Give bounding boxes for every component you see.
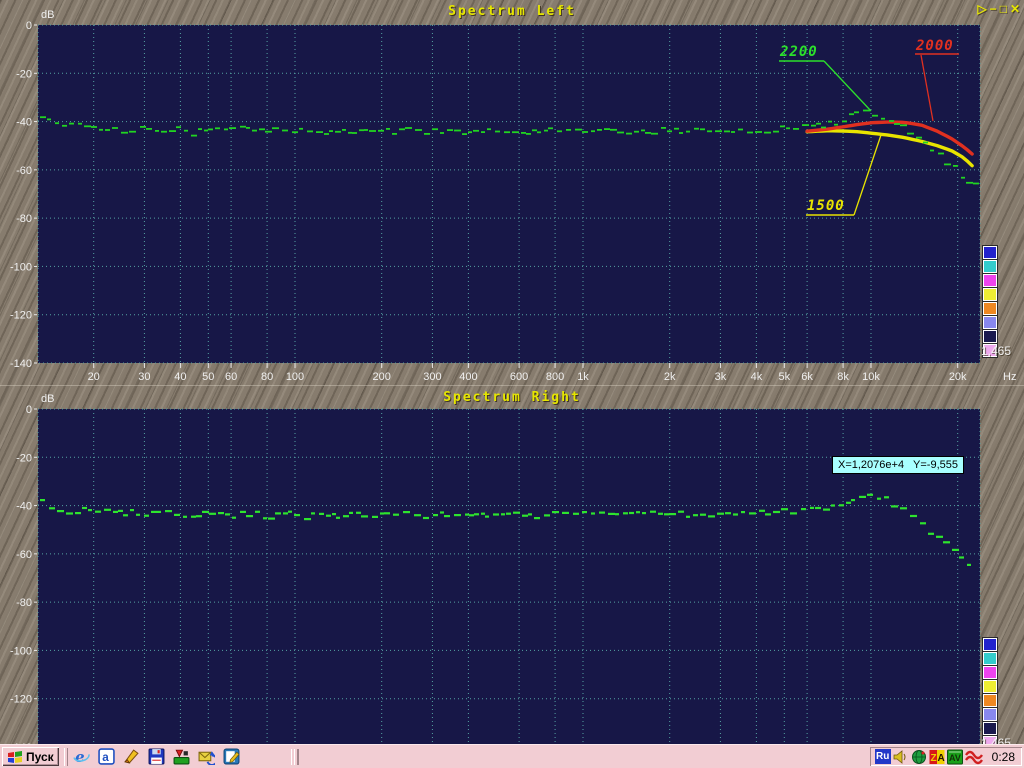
legend-swatch[interactable] — [983, 722, 997, 735]
maximize-icon[interactable]: □ — [1000, 2, 1007, 16]
window-spectrum-left: 0-20-40-60-80-100-120-140dB2030405060801… — [0, 0, 1024, 385]
y-tick-label: -100 — [10, 261, 32, 273]
system-tray: Ru Z A AV — [870, 747, 1022, 766]
taskbar: Пуск e a — [0, 744, 1024, 768]
y-tick-label: -120 — [10, 694, 32, 706]
y-tick-label: -20 — [16, 68, 32, 80]
svg-text:a: a — [102, 751, 109, 764]
y-tick-label: -140 — [10, 358, 32, 370]
run-icon[interactable]: ▷ — [977, 2, 986, 16]
paintbrush-icon[interactable] — [123, 748, 140, 765]
annotation-label: 1500 — [807, 198, 845, 214]
y-tick-label: -60 — [16, 549, 32, 561]
color-legend — [983, 246, 999, 358]
legend-swatch[interactable] — [983, 708, 997, 721]
legend-swatch[interactable] — [983, 680, 997, 693]
quick-launch-bar: e a — [73, 748, 240, 765]
x-tick-label: 300 — [423, 371, 441, 383]
y-tick-label: 0 — [26, 20, 32, 32]
legend-swatch[interactable] — [983, 274, 997, 287]
y-tick-label: -100 — [10, 645, 32, 657]
window-title: Spectrum Left — [0, 4, 1024, 19]
x-tick-label: 80 — [261, 371, 273, 383]
x-tick-label: 1k — [577, 371, 589, 383]
language-indicator[interactable]: Ru — [875, 749, 891, 764]
annotation-label: 2200 — [779, 44, 818, 60]
volume-mixer-icon[interactable] — [173, 748, 190, 765]
volume-icon[interactable] — [893, 749, 909, 765]
x-tick-label: 5k — [778, 371, 790, 383]
x-tick-label: 600 — [510, 371, 528, 383]
window-controls: ▷ − □ ✕ — [977, 2, 1020, 16]
internet-explorer-icon[interactable]: e — [73, 748, 90, 765]
clock[interactable]: 0:28 — [992, 750, 1015, 764]
spectrum-left-plot[interactable]: 0-20-40-60-80-100-120-140dB2030405060801… — [0, 0, 1024, 385]
x-tick-label: 200 — [373, 371, 391, 383]
legend-swatch[interactable] — [983, 260, 997, 273]
legend-swatch[interactable] — [983, 288, 997, 301]
windows-logo-icon — [7, 750, 23, 764]
x-axis-unit: Hz — [1003, 371, 1016, 383]
x-tick-label: 3k — [715, 371, 727, 383]
svg-text:AV: AV — [949, 753, 961, 763]
desktop: 0-20-40-60-80-100-120-140dB2030405060801… — [0, 0, 1024, 768]
x-tick-label: 800 — [546, 371, 564, 383]
start-button[interactable]: Пуск — [2, 747, 59, 766]
notes-editor-icon[interactable] — [223, 748, 240, 765]
legend-swatch[interactable] — [983, 302, 997, 315]
legend-swatch[interactable] — [983, 330, 997, 343]
taskbar-separator — [64, 748, 68, 766]
y-tick-label: -40 — [16, 117, 32, 129]
y-tick-label: -80 — [16, 213, 32, 225]
modem-icon[interactable] — [965, 749, 983, 765]
outlook-mail-icon[interactable] — [198, 748, 215, 765]
legend-swatch[interactable] — [983, 638, 997, 651]
y-tick-label: 0 — [26, 404, 32, 416]
svg-text:A: A — [937, 753, 944, 764]
antivirus-icon[interactable]: AV — [947, 749, 963, 765]
network-globe-icon[interactable] — [911, 749, 927, 765]
x-tick-label: 6k — [801, 371, 813, 383]
x-tick-label: 10k — [862, 371, 880, 383]
fft-resolution-value: 1,465 — [981, 344, 1011, 358]
x-tick-label: 40 — [174, 371, 186, 383]
zonealarm-icon[interactable]: Z A — [929, 749, 945, 765]
window-title: Spectrum Right — [0, 390, 1024, 405]
y-tick-label: -120 — [10, 310, 32, 322]
taskbar-drag-handle[interactable] — [291, 749, 299, 765]
legend-swatch[interactable] — [983, 652, 997, 665]
x-tick-label: 100 — [286, 371, 304, 383]
x-tick-label: 60 — [225, 371, 237, 383]
legend-swatch[interactable] — [983, 694, 997, 707]
cursor-readout: X=1,2076e+4 Y=-9,555 — [832, 456, 964, 474]
annotation-label: 2000 — [915, 38, 954, 54]
y-tick-label: -20 — [16, 452, 32, 464]
legend-swatch[interactable] — [983, 316, 997, 329]
color-legend — [983, 638, 999, 750]
svg-text:Z: Z — [930, 753, 936, 764]
window-spectrum-right: 0-20-40-60-80-100-120-140dB Spectrum Rig… — [0, 385, 1024, 768]
spectrum-right-plot[interactable]: 0-20-40-60-80-100-120-140dB — [0, 386, 1024, 768]
y-tick-label: -40 — [16, 501, 32, 513]
x-tick-label: 20k — [949, 371, 967, 383]
svg-text:e: e — [75, 748, 84, 765]
y-tick-label: -80 — [16, 597, 32, 609]
minimize-icon[interactable]: − — [990, 2, 997, 16]
save-floppy-icon[interactable] — [148, 748, 165, 765]
x-tick-label: 30 — [138, 371, 150, 383]
messenger-a-icon[interactable]: a — [98, 748, 115, 765]
x-tick-label: 4k — [751, 371, 763, 383]
x-tick-label: 400 — [459, 371, 477, 383]
x-tick-label: 2k — [664, 371, 676, 383]
legend-swatch[interactable] — [983, 246, 997, 259]
start-label: Пуск — [26, 750, 54, 764]
x-tick-label: 8k — [837, 371, 849, 383]
x-tick-label: 50 — [202, 371, 214, 383]
y-tick-label: -60 — [16, 165, 32, 177]
legend-swatch[interactable] — [983, 666, 997, 679]
x-tick-label: 20 — [88, 371, 100, 383]
close-icon[interactable]: ✕ — [1010, 2, 1020, 16]
